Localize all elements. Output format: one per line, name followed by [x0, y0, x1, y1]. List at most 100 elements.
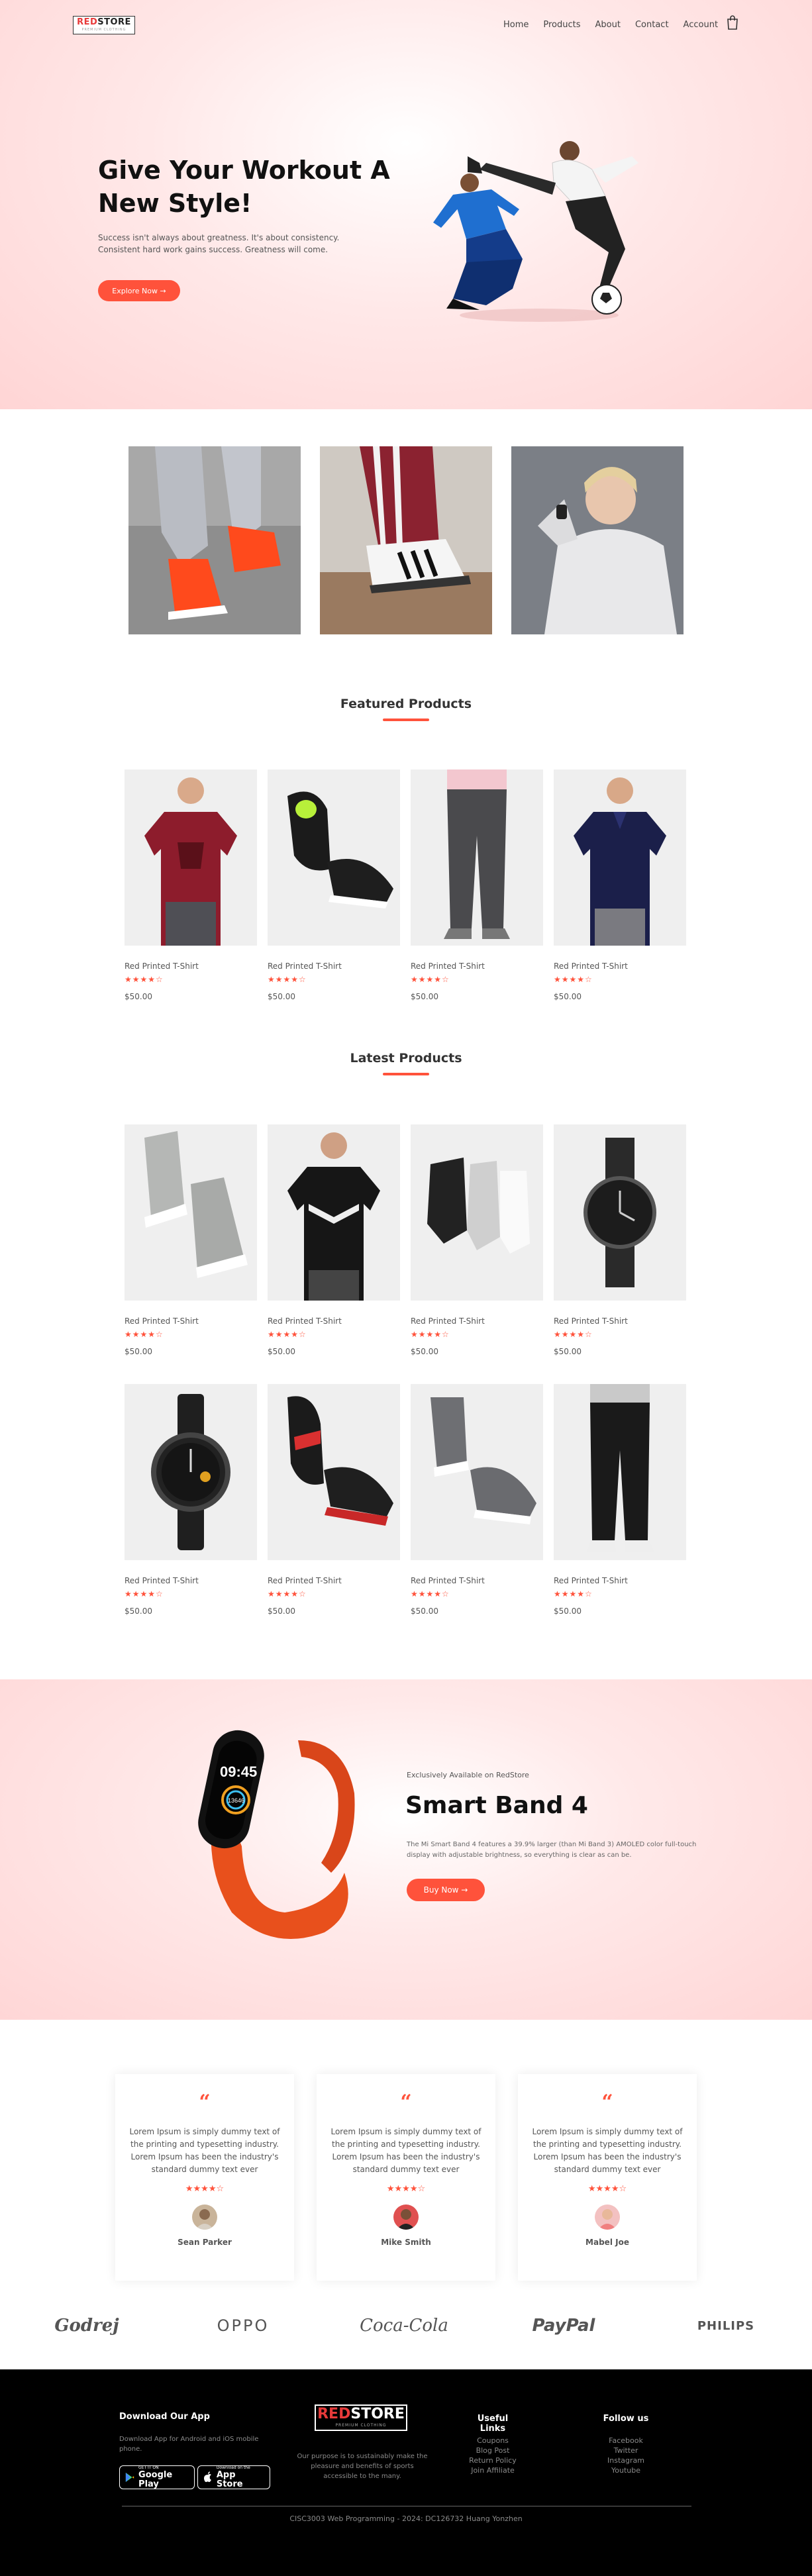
product-name[interactable]: Red Printed T-Shirt: [125, 1576, 257, 1587]
product-name[interactable]: Red Printed T-Shirt: [411, 1576, 543, 1587]
page: REDSTORE PREMIUM CLOTHING Home Products …: [0, 0, 812, 2576]
product-card[interactable]: Red Printed T-Shirt ★★★★☆ $50.00: [268, 1124, 400, 1356]
product-price: $50.00: [125, 992, 152, 1001]
product-name[interactable]: Red Printed T-Shirt: [268, 1576, 400, 1587]
site-logo[interactable]: REDSTORE PREMIUM CLOTHING: [73, 16, 135, 34]
google-play-badge[interactable]: GET IT ON Google Play: [119, 2465, 195, 2489]
product-card[interactable]: Red Printed T-Shirt ★★★★☆ $50.00: [125, 769, 257, 1001]
testimonial-name: Mabel Joe: [585, 2238, 629, 2247]
product-rating: ★★★★☆: [554, 1330, 593, 1339]
product-rating: ★★★★☆: [554, 975, 593, 984]
offer-title: Smart Band 4: [405, 1792, 588, 1819]
product-name[interactable]: Red Printed T-Shirt: [554, 1576, 686, 1587]
category-image-woman-jacket[interactable]: [511, 446, 684, 634]
product-card[interactable]: Red Printed T-Shirt ★★★★☆ $50.00: [268, 1384, 400, 1616]
follow-us-title: Follow us: [603, 2414, 649, 2424]
product-image-black-watch[interactable]: [554, 1124, 686, 1301]
explore-now-button[interactable]: Explore Now →: [98, 280, 180, 301]
hero-text: Success isn't always about greatness. It…: [98, 233, 340, 254]
brand-logo-philips: PHILIPS: [697, 2318, 755, 2333]
testimonial-name: Mike Smith: [381, 2238, 431, 2247]
testimonial-card: “ Lorem Ipsum is simply dummy text of th…: [115, 2074, 294, 2281]
avatar: [192, 2204, 217, 2230]
cart-icon[interactable]: [726, 15, 739, 30]
product-card[interactable]: Red Printed T-Shirt ★★★★☆ $50.00: [554, 769, 686, 1001]
product-image-black-red-shoes[interactable]: [268, 1384, 400, 1560]
testimonial-text: Lorem Ipsum is simply dummy text of the …: [532, 2127, 683, 2174]
nav-account[interactable]: Account: [684, 20, 719, 30]
product-rating: ★★★★☆: [411, 1330, 450, 1339]
product-image-grey-high-tops[interactable]: [125, 1124, 257, 1301]
offer-subtitle: Exclusively Available on RedStore: [407, 1771, 529, 1779]
product-rating: ★★★★☆: [268, 975, 307, 984]
product-name[interactable]: Red Printed T-Shirt: [125, 962, 257, 972]
link-coupons[interactable]: Coupons: [466, 2436, 519, 2446]
testimonial-text: Lorem Ipsum is simply dummy text of the …: [129, 2127, 280, 2174]
link-instagram[interactable]: Instagram: [596, 2455, 656, 2465]
app-store-big-text: App Store: [216, 2470, 243, 2489]
product-name[interactable]: Red Printed T-Shirt: [411, 1316, 543, 1327]
link-twitter[interactable]: Twitter: [596, 2446, 656, 2455]
band-steps-text: 13646: [228, 1797, 244, 1804]
buy-now-button[interactable]: Buy Now →: [407, 1879, 485, 1901]
footer-app-text: Download App for Android and iOS mobile …: [119, 2436, 259, 2453]
footer-logo-dark: STORE: [350, 2406, 405, 2422]
footer-logo-red: RED: [317, 2406, 351, 2422]
category-image-red-sneakers[interactable]: [128, 446, 301, 634]
product-name[interactable]: Red Printed T-Shirt: [268, 962, 400, 972]
product-image-socks[interactable]: [411, 1124, 543, 1301]
product-card[interactable]: Red Printed T-Shirt ★★★★☆ $50.00: [554, 1384, 686, 1616]
nav-about[interactable]: About: [595, 20, 621, 30]
product-card[interactable]: Red Printed T-Shirt ★★★★☆ $50.00: [125, 1384, 257, 1616]
apple-icon: [203, 2471, 211, 2483]
product-card[interactable]: Red Printed T-Shirt ★★★★☆ $50.00: [411, 1124, 543, 1356]
product-image-grey-joggers[interactable]: [411, 769, 543, 946]
product-rating: ★★★★☆: [268, 1330, 307, 1339]
quote-icon: “: [199, 2091, 211, 2114]
product-card[interactable]: Red Printed T-Shirt ★★★★☆ $50.00: [411, 1384, 543, 1616]
testimonial-rating: ★★★★☆: [386, 2184, 426, 2194]
product-image-grey-slip-ons[interactable]: [411, 1384, 543, 1560]
category-image-striped-pants-sneaker[interactable]: [320, 446, 492, 634]
product-name[interactable]: Red Printed T-Shirt: [554, 1316, 686, 1327]
follow-us-list: Facebook Twitter Instagram Youtube: [596, 2436, 656, 2475]
latest-products-title: Latest Products: [350, 1051, 462, 1065]
product-name[interactable]: Red Printed T-Shirt: [268, 1316, 400, 1327]
product-image-black-puma-tshirt[interactable]: [268, 1124, 400, 1301]
product-name[interactable]: Red Printed T-Shirt: [125, 1316, 257, 1327]
footer-logo[interactable]: REDSTORE PREMIUM CLOTHING: [315, 2404, 407, 2431]
product-image-black-track-pants[interactable]: [554, 1384, 686, 1560]
product-card[interactable]: Red Printed T-Shirt ★★★★☆ $50.00: [268, 769, 400, 1001]
link-youtube[interactable]: Youtube: [596, 2465, 656, 2475]
product-name[interactable]: Red Printed T-Shirt: [554, 962, 686, 972]
offer-description: The Mi Smart Band 4 features a 39.9% lar…: [407, 1841, 697, 1859]
link-return-policy[interactable]: Return Policy: [466, 2455, 519, 2465]
link-facebook[interactable]: Facebook: [596, 2436, 656, 2446]
product-name[interactable]: Red Printed T-Shirt: [411, 962, 543, 972]
product-image-red-tshirt[interactable]: [125, 769, 257, 946]
google-play-icon: [125, 2472, 134, 2483]
product-price: $50.00: [554, 1607, 582, 1616]
latest-title-underline: [383, 1073, 429, 1075]
product-image-black-shoes[interactable]: [268, 769, 400, 946]
product-card[interactable]: Red Printed T-Shirt ★★★★☆ $50.00: [125, 1124, 257, 1356]
google-play-big-text: Google Play: [138, 2470, 173, 2489]
product-price: $50.00: [554, 1347, 582, 1356]
nav-products[interactable]: Products: [543, 20, 580, 30]
product-image-sport-watch[interactable]: [125, 1384, 257, 1560]
link-join-affiliate[interactable]: Join Affiliate: [466, 2465, 519, 2475]
link-blog-post[interactable]: Blog Post: [466, 2446, 519, 2455]
footer-mission-text: Our purpose is to sustainably make the p…: [297, 2453, 428, 2480]
brand-logo-godrej: Godrej: [54, 2316, 119, 2336]
product-card[interactable]: Red Printed T-Shirt ★★★★☆ $50.00: [554, 1124, 686, 1356]
testimonial-card: “ Lorem Ipsum is simply dummy text of th…: [518, 2074, 697, 2281]
logo-subtitle: PREMIUM CLOTHING: [81, 28, 127, 32]
nav-home[interactable]: Home: [503, 20, 529, 30]
band-time-text: 09:45: [220, 1763, 257, 1780]
product-price: $50.00: [554, 992, 582, 1001]
nav-contact[interactable]: Contact: [635, 20, 669, 30]
product-card[interactable]: Red Printed T-Shirt ★★★★☆ $50.00: [411, 769, 543, 1001]
footer-app-title: Download Our App: [119, 2412, 210, 2422]
product-image-navy-polo[interactable]: [554, 769, 686, 946]
app-store-badge[interactable]: Download on the App Store: [197, 2465, 270, 2489]
